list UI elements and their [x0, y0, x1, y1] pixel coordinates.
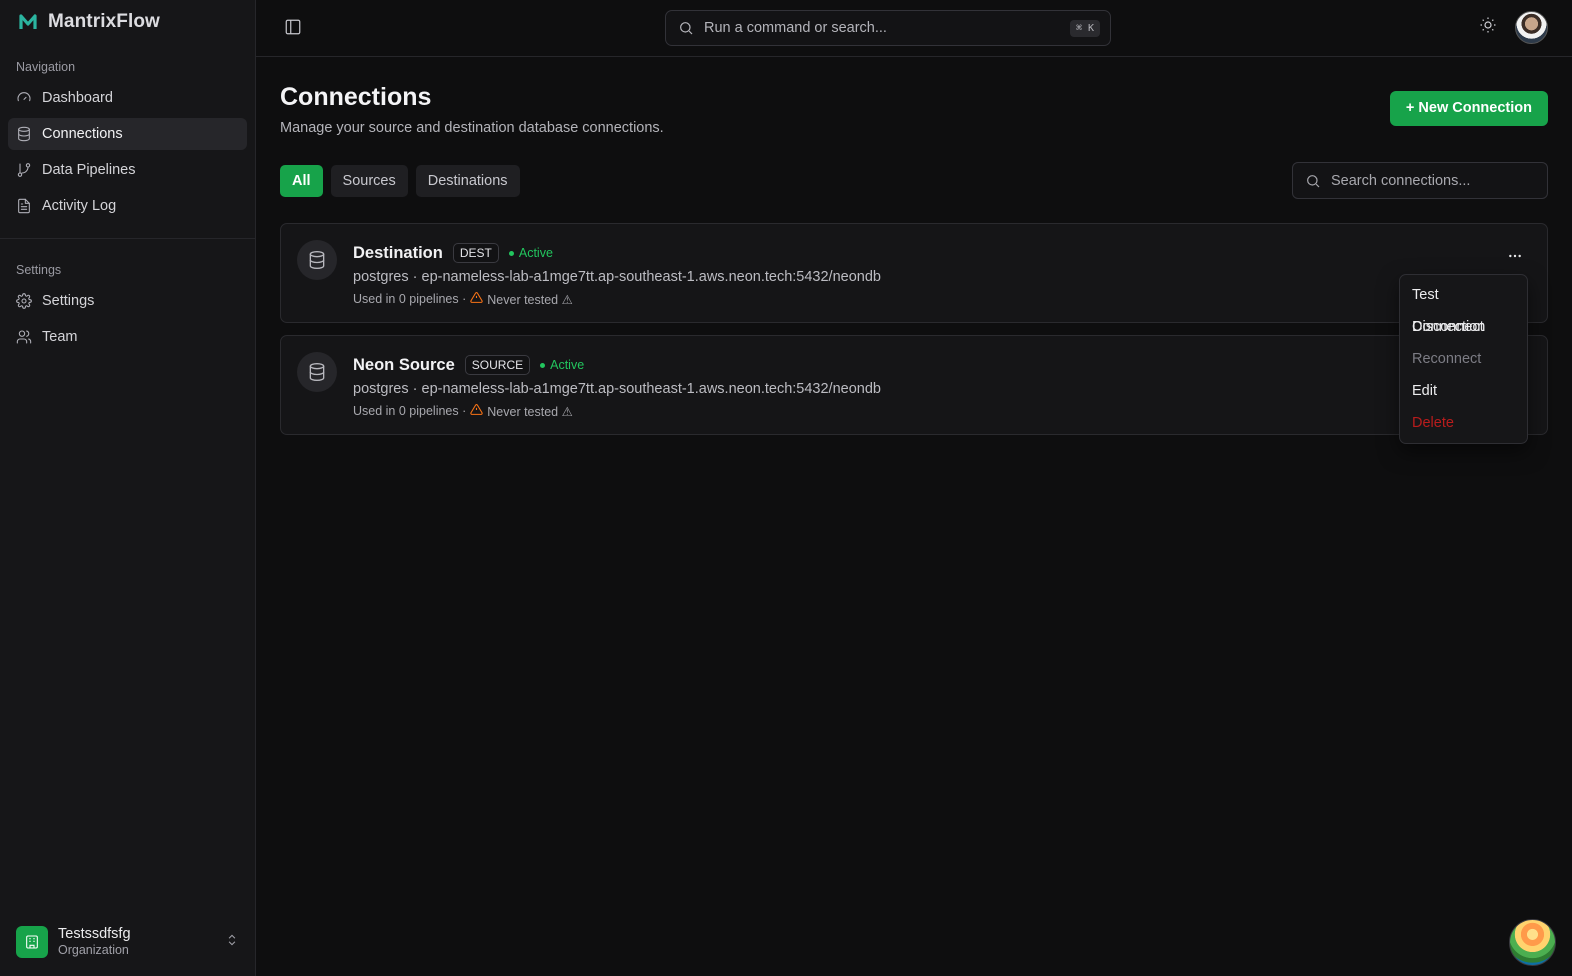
search-icon [680, 22, 693, 35]
menu-item-reconnect: Reconnect [1412, 351, 1482, 367]
status-dot [540, 362, 546, 368]
connection-actions-menu: Test Connection Disconnect Reconnect Edi… [1399, 274, 1528, 444]
sidebar-item-activity-log[interactable]: Activity Log [8, 190, 247, 222]
shortcut-hint: ⌘ K [1069, 19, 1100, 37]
app-root: MantrixFlow Navigation Dashboard Connect… [0, 0, 1572, 976]
connection-name: Destination [353, 243, 443, 262]
database-icon [18, 126, 30, 142]
topbar: Run a command or search... ⌘ K [256, 0, 1572, 57]
pipeline-count: Used in 0 pipelines · [353, 404, 467, 418]
nav-section-label: Navigation [16, 60, 76, 74]
assistant-launcher-button[interactable] [1509, 919, 1556, 966]
file-text-icon [18, 198, 30, 214]
sidebar-item-label: Team [42, 329, 78, 345]
sidebar-item-connections[interactable]: Connections [8, 118, 247, 150]
chevrons-up-down-icon [225, 933, 239, 952]
sun-icon [1480, 17, 1496, 33]
sidebar-item-label: Dashboard [42, 90, 113, 106]
sidebar-divider [0, 238, 255, 239]
connection-meta: Used in 0 pipelines · Never tested ⚠ [353, 403, 1531, 419]
tab-destinations[interactable]: Destinations [415, 164, 520, 197]
connection-card[interactable]: Neon Source SOURCE Active postgres · ep-… [280, 335, 1548, 435]
new-connection-button[interactable]: + New Connection [1389, 91, 1548, 126]
org-type: Organization [58, 943, 129, 958]
card-title-row: Destination DEST Active [353, 242, 1531, 264]
menu-item-disconnect[interactable]: Disconnect [1400, 311, 1527, 343]
users-icon [16, 330, 32, 344]
pipeline-count: Used in 0 pipelines · [353, 292, 467, 306]
sidebar-item-label: Settings [42, 293, 95, 309]
sidebar-item-dashboard[interactable]: Dashboard [8, 82, 247, 114]
settings-section-label: Settings [16, 263, 62, 277]
database-icon [297, 352, 337, 392]
warning-icon [470, 403, 483, 419]
topbar-actions [1479, 11, 1548, 44]
menu-item-test-connection[interactable]: Test Connection [1400, 279, 1527, 335]
more-horizontal-icon [1509, 254, 1521, 258]
gauge-icon [17, 92, 31, 102]
connection-name: Neon Source [353, 355, 455, 374]
sidebar-item-data-pipelines[interactable]: Data Pipelines [8, 154, 247, 186]
org-text: Testssdfsfg Organization [58, 926, 215, 958]
page-content: Connections Manage your source and desti… [256, 57, 1572, 435]
org-switcher[interactable]: Testssdfsfg Organization [8, 920, 247, 964]
sidebar-item-settings[interactable]: Settings [8, 285, 247, 317]
brand-name: MantrixFlow [48, 11, 160, 32]
status-dot [508, 250, 514, 256]
brand[interactable]: MantrixFlow [8, 0, 247, 44]
org-logo [16, 926, 48, 958]
connection-list: Destination DEST Active postgres · ep-na… [280, 223, 1548, 435]
sidebar: MantrixFlow Navigation Dashboard Connect… [0, 0, 256, 976]
test-status: Never tested ⚠ [487, 404, 573, 419]
tab-all[interactable]: All [280, 164, 323, 197]
git-branch-icon [17, 163, 31, 177]
warning-icon [470, 291, 483, 307]
logo-icon [19, 14, 37, 29]
sidebar-item-team[interactable]: Team [8, 321, 247, 353]
filters-bar: All Sources Destinations [280, 162, 1548, 199]
status-label: Active [518, 246, 553, 260]
status-label: Active [550, 358, 585, 372]
tab-sources[interactable]: Sources [330, 164, 408, 197]
user-avatar[interactable] [1515, 11, 1548, 44]
building-icon [26, 935, 38, 949]
connection-search [1292, 162, 1548, 199]
status-badge: Active [508, 246, 553, 260]
connection-card[interactable]: Destination DEST Active postgres · ep-na… [280, 223, 1548, 323]
connection-type-badge: SOURCE [464, 355, 531, 375]
sidebar-item-label: Activity Log [42, 198, 117, 214]
connection-type-badge: DEST [452, 243, 499, 263]
card-title-row: Neon Source SOURCE Active [353, 354, 1531, 376]
page-title: Connections [280, 83, 432, 111]
test-status: Never tested ⚠ [487, 292, 573, 307]
gear-icon [16, 293, 32, 309]
search-icon [1307, 174, 1320, 187]
database-icon [297, 240, 337, 280]
panel-left-icon [285, 19, 301, 35]
sidebar-toggle-button[interactable] [284, 18, 304, 38]
connection-meta: Used in 0 pipelines · Never tested ⚠ [353, 291, 1531, 307]
connection-url: postgres · ep-nameless-lab-a1mge7tt.ap-s… [353, 381, 881, 397]
command-search[interactable]: Run a command or search... ⌘ K [665, 10, 1111, 46]
status-badge: Active [540, 358, 584, 372]
sidebar-item-label: Data Pipelines [42, 162, 136, 178]
theme-toggle-button[interactable] [1479, 16, 1497, 39]
search-connections-input[interactable] [1331, 172, 1531, 189]
org-name: Testssdfsfg [58, 925, 131, 942]
menu-item-edit[interactable]: Edit [1400, 375, 1527, 407]
command-search-placeholder: Run a command or search... [704, 20, 887, 36]
menu-item-delete[interactable]: Delete [1400, 407, 1527, 439]
filter-tabs: All Sources Destinations [280, 164, 520, 197]
main-area: Run a command or search... ⌘ K Connectio… [256, 0, 1572, 976]
sidebar-item-label: Connections [42, 126, 123, 142]
page-header: Connections Manage your source and desti… [280, 83, 1548, 136]
page-subtitle: Manage your source and destination datab… [280, 120, 664, 136]
connection-url: postgres · ep-nameless-lab-a1mge7tt.ap-s… [353, 269, 881, 285]
more-actions-button[interactable] [1503, 244, 1527, 268]
